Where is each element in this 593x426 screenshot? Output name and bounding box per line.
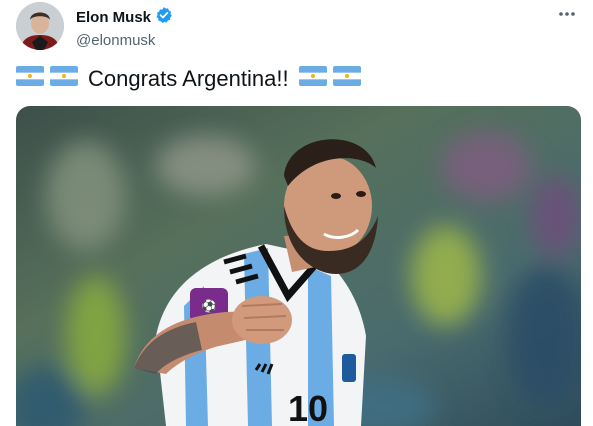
flag-argentina-icon	[332, 64, 361, 94]
more-horizontal-icon	[559, 12, 575, 16]
photo-footballer-celebrating: ⚽ 10	[16, 106, 581, 426]
tweet-media-photo[interactable]: ⚽ 10	[16, 106, 581, 426]
more-options-button[interactable]	[555, 4, 579, 24]
verified-badge-icon	[155, 6, 173, 29]
author-handle[interactable]: @elonmusk	[76, 32, 173, 49]
svg-text:⚽: ⚽	[201, 299, 217, 313]
tweet-body: Congrats Argentina!!	[88, 66, 289, 91]
flag-argentina-icon	[298, 64, 327, 94]
tweet-text: Congrats Argentina!!	[16, 64, 361, 94]
flag-argentina-icon	[50, 64, 78, 94]
flag-argentina-icon	[16, 64, 44, 94]
avatar-image	[16, 2, 64, 50]
avatar[interactable]	[16, 2, 64, 50]
jersey-number: 10	[288, 388, 328, 426]
author-name[interactable]: Elon Musk	[76, 9, 151, 26]
tweet-author: Elon Musk @elonmusk	[76, 6, 173, 49]
